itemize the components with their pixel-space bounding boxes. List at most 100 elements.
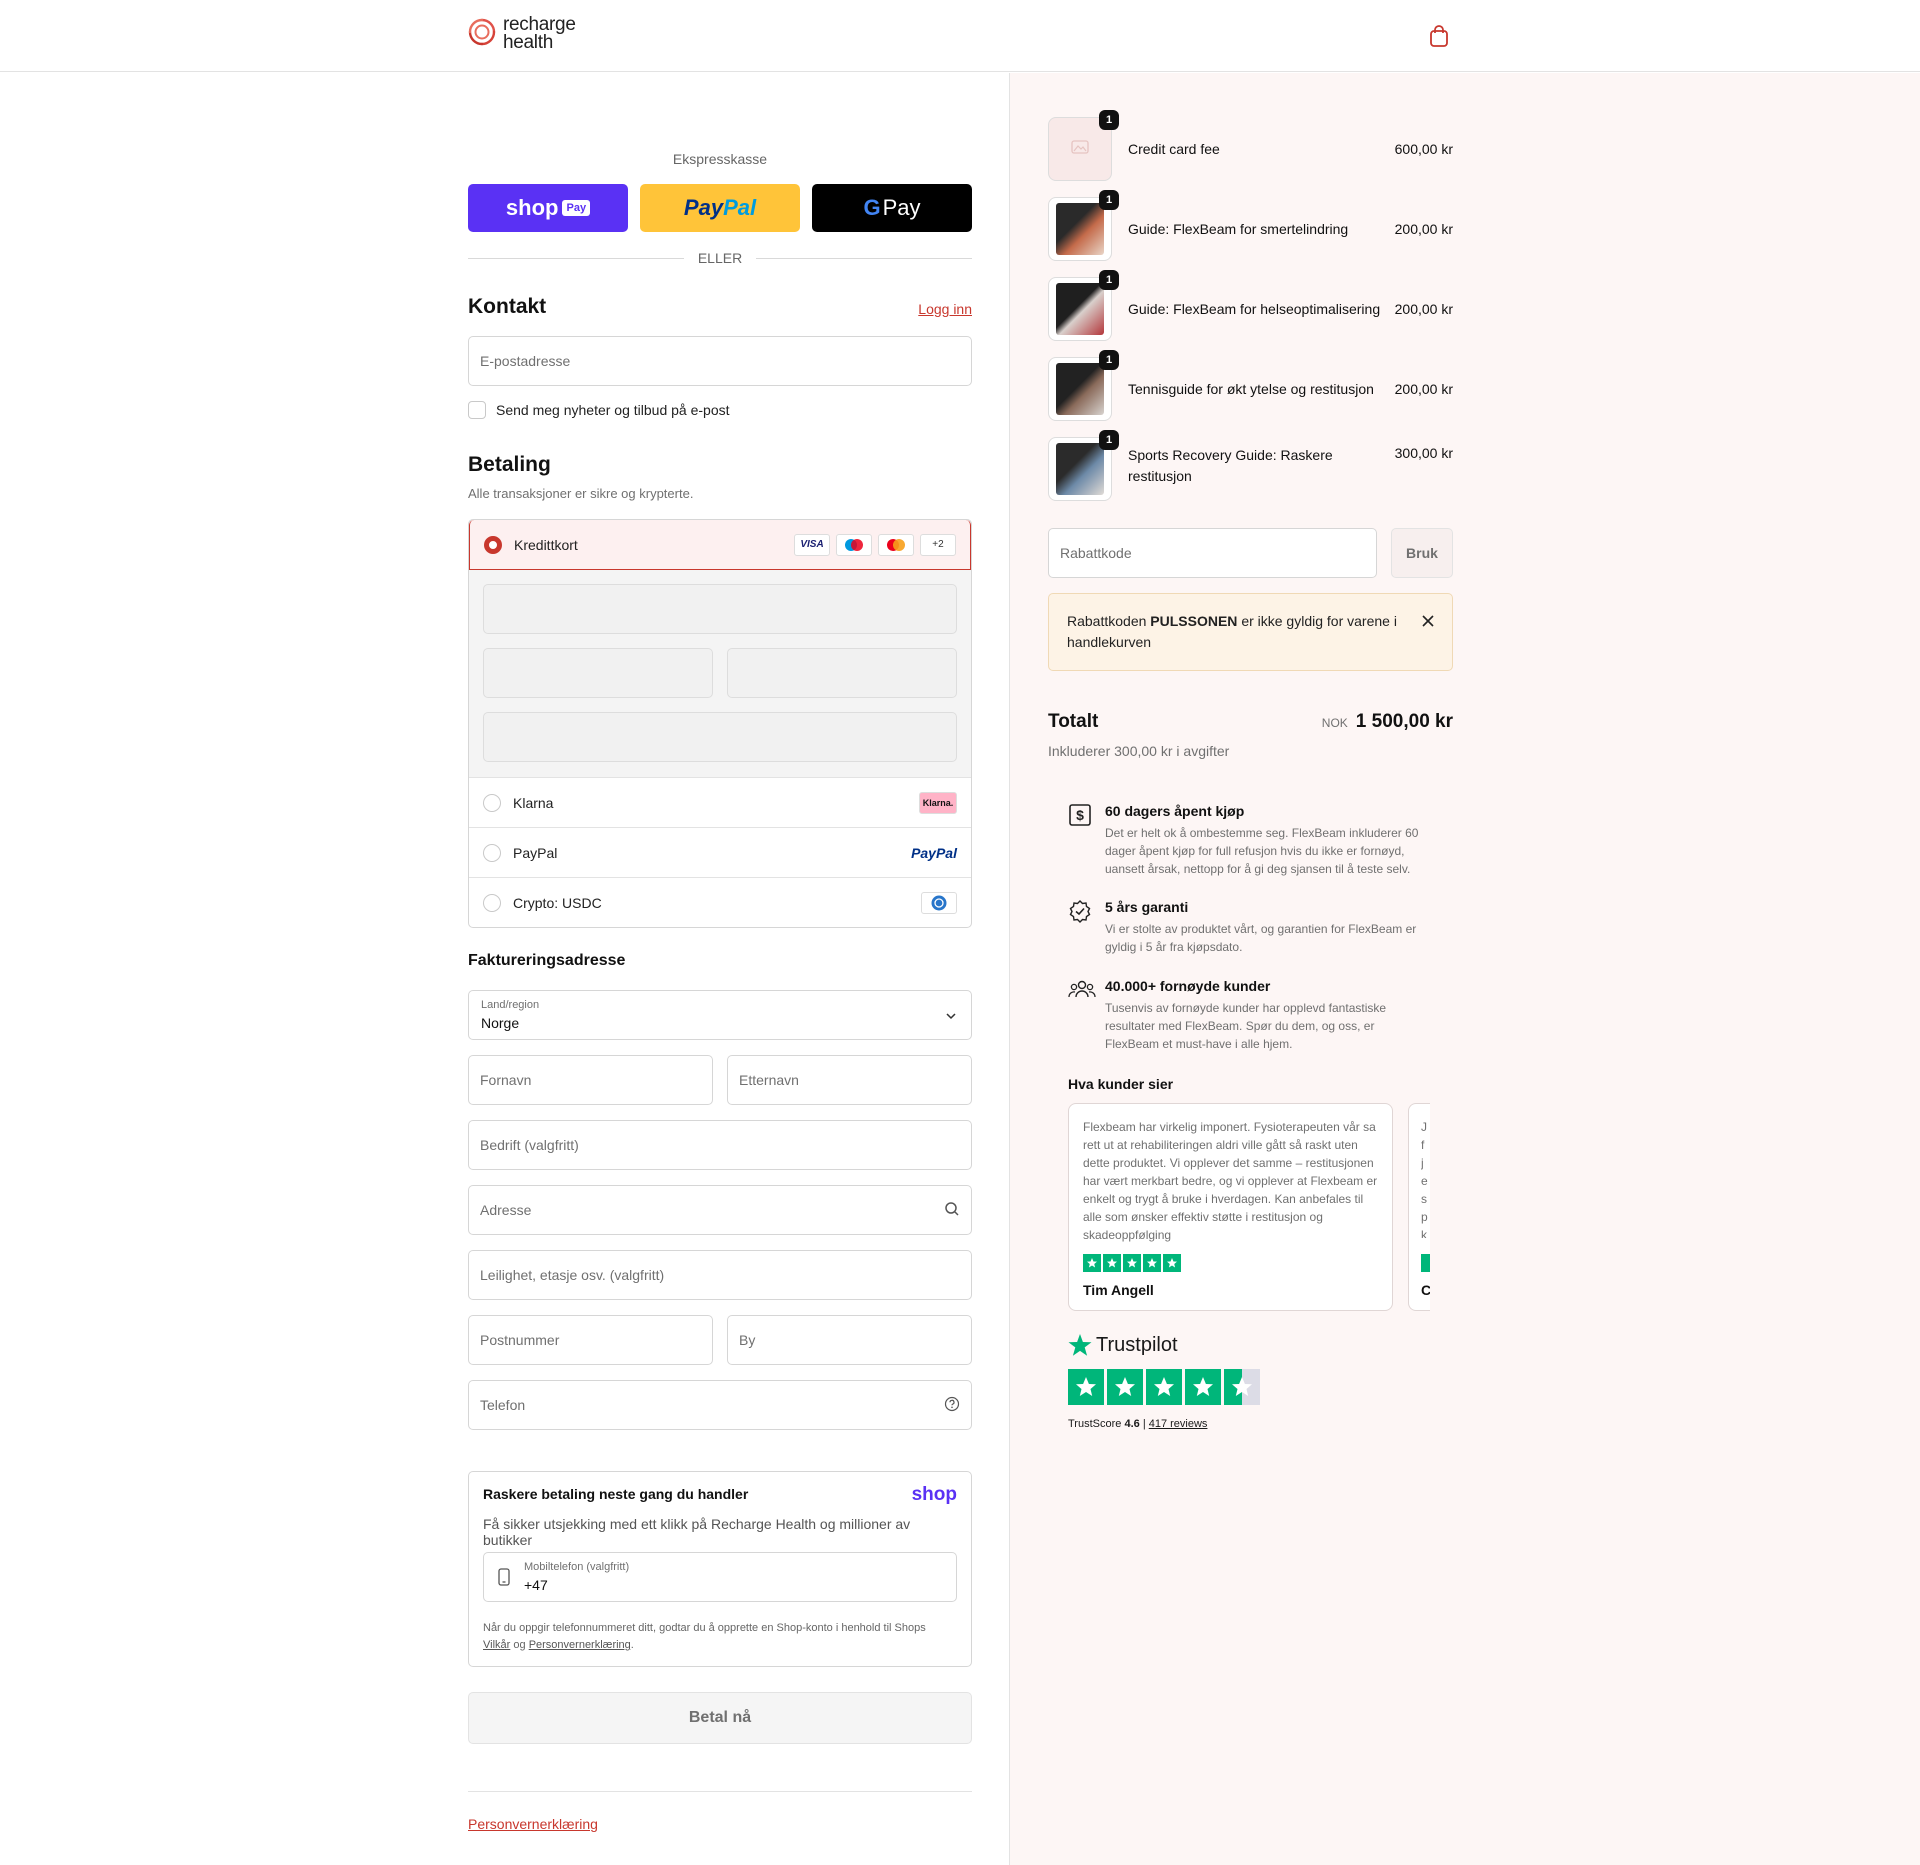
mastercard-icon — [878, 533, 914, 556]
more-brands-badge: +2 — [920, 533, 956, 556]
card-number-field[interactable] — [483, 584, 957, 634]
item-name: Guide: FlexBeam for smertelindring — [1128, 220, 1349, 237]
payment-subtitle: Alle transaksjoner er sikre og krypterte… — [468, 486, 694, 501]
star-icon — [1143, 1254, 1161, 1272]
address-field[interactable]: Adresse — [468, 1185, 972, 1235]
shop-pay-signup: Raskere betaling neste gang du handler s… — [468, 1471, 972, 1667]
trustpilot-star-icon — [1068, 1334, 1092, 1356]
divider-line — [468, 257, 684, 259]
card-name-field[interactable] — [483, 712, 957, 762]
newsletter-checkbox[interactable] — [468, 401, 486, 419]
brand-logo[interactable]: recharge health — [467, 15, 576, 53]
item-name: Sports Recovery Guide: Raskere restitusj… — [1128, 447, 1333, 484]
address-placeholder: Adresse — [480, 1202, 532, 1218]
discount-placeholder: Rabattkode — [1060, 545, 1132, 561]
klarna-logo: Klarna. — [919, 791, 957, 814]
alert-code: PULSSONEN — [1150, 613, 1238, 629]
payment-option-label: Crypto: USDC — [513, 894, 602, 911]
phone-field[interactable]: Telefon — [468, 1380, 972, 1430]
review-stars — [1421, 1254, 1430, 1272]
google-pay-button[interactable]: G Pay — [812, 184, 972, 232]
shop-legal-period: . — [630, 1639, 634, 1651]
newsletter-option[interactable]: Send meg nyheter og tilbud på e-post — [468, 401, 730, 419]
order-item: 1 Credit card fee 600,00 kr — [1048, 110, 1453, 181]
bag-icon — [1428, 25, 1450, 52]
paypal-button[interactable]: Pay Pal — [640, 184, 800, 232]
card-fields-area — [469, 570, 971, 777]
payment-methods: Kredittkort VISA +2 Klarna Klarna. PayPa… — [468, 519, 972, 928]
privacy-policy-link[interactable]: Personvernerklæring — [468, 1816, 598, 1832]
city-field[interactable]: By — [727, 1315, 972, 1365]
quantity-badge: 1 — [1099, 430, 1119, 450]
apply-discount-button[interactable]: Bruk — [1391, 528, 1453, 578]
login-link[interactable]: Logg inn — [918, 301, 972, 317]
payment-option-credit-card[interactable]: Kredittkort VISA +2 — [469, 520, 971, 570]
star-icon — [1083, 1254, 1101, 1272]
city-placeholder: By — [739, 1332, 756, 1348]
feature-warranty: 5 års garanti Vi er stolte av produktet … — [1068, 899, 1428, 956]
product-thumbnail: 1 — [1048, 350, 1119, 421]
shop-legal-and: og — [513, 1639, 526, 1651]
radio-unselected[interactable] — [483, 893, 501, 912]
footer-divider — [468, 1791, 972, 1792]
paypal-logo: PayPal — [911, 844, 957, 861]
pay-now-button[interactable]: Betal nå — [468, 1692, 972, 1744]
item-price: 600,00 kr — [1394, 141, 1453, 157]
image-placeholder-icon — [1071, 139, 1089, 159]
or-label: ELLER — [697, 250, 743, 266]
google-pay-label: Pay — [882, 195, 921, 220]
email-field[interactable]: E-postadresse — [468, 336, 972, 386]
order-item: 1 Sports Recovery Guide: Raskere restitu… — [1048, 430, 1453, 501]
brand-name-line2: health — [503, 32, 553, 53]
apartment-field[interactable]: Leilighet, etasje osv. (valgfritt) — [468, 1250, 972, 1300]
quantity-badge: 1 — [1099, 110, 1119, 130]
quantity-badge: 1 — [1099, 350, 1119, 370]
shop-logo: shop — [911, 1484, 957, 1505]
payment-option-crypto[interactable]: Crypto: USDC — [469, 877, 971, 927]
order-item: 1 Tennisguide for økt ytelse og restitus… — [1048, 350, 1453, 421]
trustpilot-name: Trustpilot — [1096, 1333, 1178, 1356]
close-icon[interactable] — [1422, 612, 1434, 633]
country-select[interactable]: Land/region Norge — [468, 990, 972, 1040]
last-name-field[interactable]: Etternavn — [727, 1055, 972, 1105]
book-cover-image — [1056, 283, 1104, 335]
review-card: Flexbeam har virkelig imponert. Fysioter… — [1068, 1103, 1393, 1311]
first-name-field[interactable]: Fornavn — [468, 1055, 713, 1105]
product-thumbnail: 1 — [1048, 110, 1119, 181]
feature-title: 5 års garanti — [1105, 899, 1189, 915]
shop-privacy-link[interactable]: Personvernerklæring — [529, 1639, 631, 1651]
country-value: Norge — [481, 1015, 520, 1031]
company-placeholder: Bedrift (valgfritt) — [480, 1137, 579, 1153]
card-expiry-field[interactable] — [483, 648, 713, 698]
cart-button[interactable] — [1428, 24, 1450, 53]
feature-open-purchase: $ 60 dagers åpent kjøp Det er helt ok å … — [1068, 803, 1428, 878]
postcode-field[interactable]: Postnummer — [468, 1315, 713, 1365]
maestro-icon — [836, 533, 872, 556]
last-name-placeholder: Etternavn — [739, 1072, 799, 1088]
radio-selected[interactable] — [484, 535, 502, 554]
card-cvc-field[interactable] — [727, 648, 957, 698]
paypal-logo-part1: Pay — [683, 195, 724, 220]
company-field[interactable]: Bedrift (valgfritt) — [468, 1120, 972, 1170]
express-checkout-title: Ekspresskasse — [672, 151, 768, 167]
discount-code-field[interactable]: Rabattkode — [1048, 528, 1377, 578]
contact-section: Kontakt Logg inn — [468, 295, 972, 319]
payment-option-klarna[interactable]: Klarna Klarna. — [469, 777, 971, 827]
payment-option-label: PayPal — [513, 844, 558, 861]
shop-terms-link[interactable]: Vilkår — [483, 1639, 510, 1651]
users-icon — [1068, 978, 1096, 1005]
reviewer-name: Tim Angell — [1083, 1282, 1154, 1298]
star-icon — [1103, 1254, 1121, 1272]
item-name: Guide: FlexBeam for helseoptimalisering — [1128, 300, 1381, 317]
radio-unselected[interactable] — [483, 843, 501, 862]
mobile-phone-field[interactable]: Mobiltelefon (valgfritt) +47 — [483, 1552, 957, 1602]
trustpilot-logo: Trustpilot — [1068, 1333, 1178, 1357]
trustscore-value: 4.6 — [1124, 1418, 1140, 1430]
radio-unselected[interactable] — [483, 793, 501, 812]
payment-option-paypal[interactable]: PayPal PayPal — [469, 827, 971, 877]
mobile-phone-value: +47 — [524, 1577, 548, 1593]
shop-pay-button[interactable]: shop Pay — [468, 184, 628, 232]
total-label: Totalt — [1048, 711, 1099, 732]
trustpilot-reviews-link[interactable]: 417 reviews — [1149, 1418, 1208, 1430]
help-icon[interactable] — [944, 1396, 960, 1415]
